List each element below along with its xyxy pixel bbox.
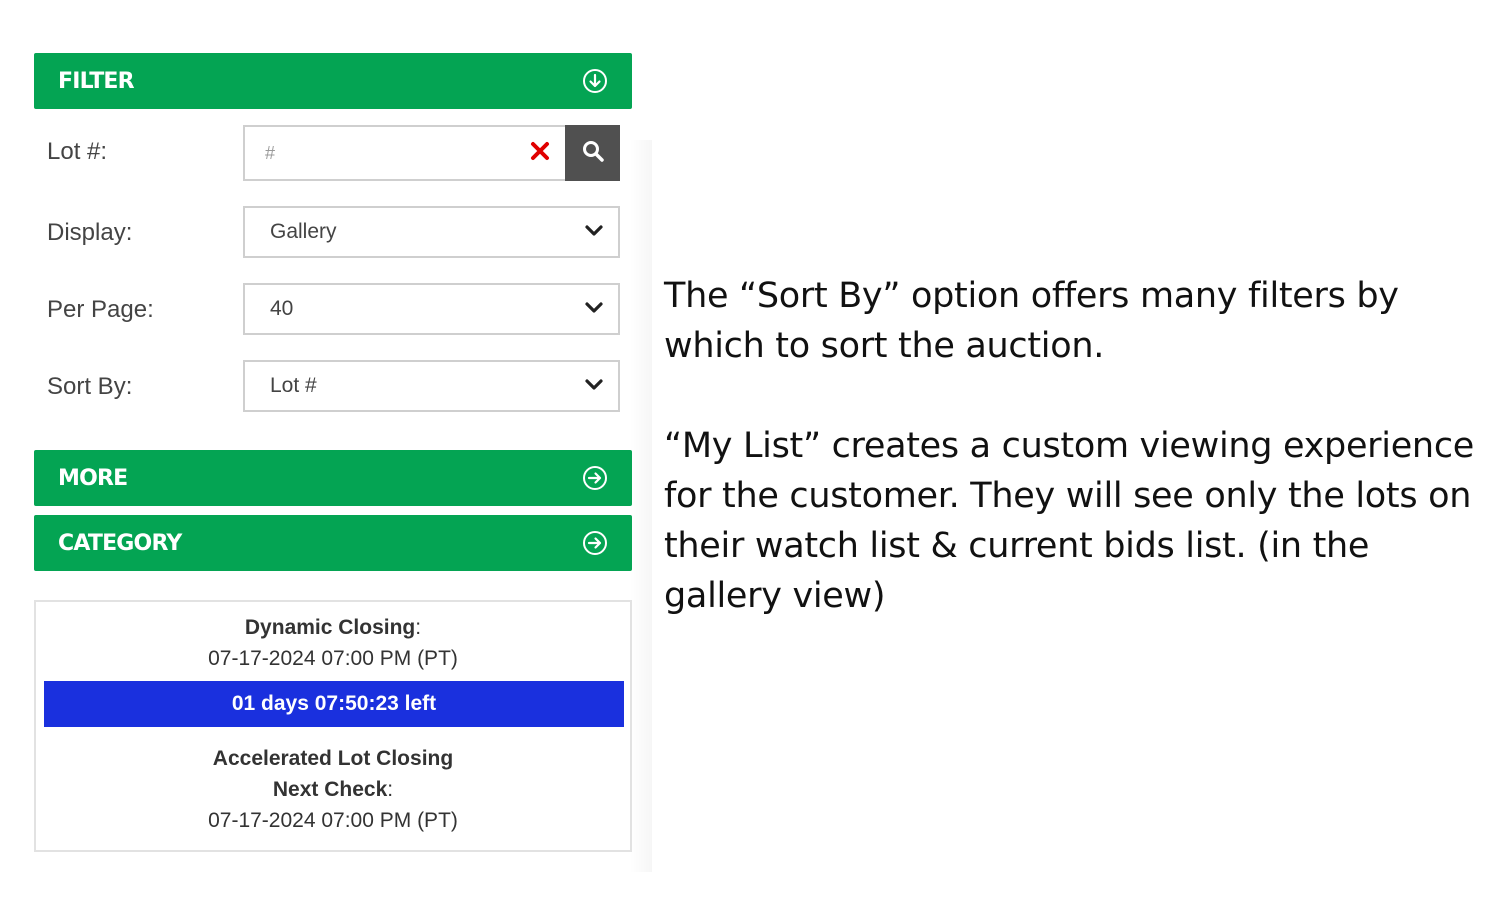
sort-by-select[interactable]: Lot # [243, 360, 620, 412]
display-label: Display: [47, 219, 133, 246]
clear-button[interactable] [528, 141, 552, 165]
dynamic-closing-heading: Dynamic Closing: [36, 616, 630, 640]
next-check-date: 07-17-2024 07:00 PM (PT) [208, 809, 458, 832]
description-paragraph-2: “My List” creates a custom viewing exper… [664, 426, 1474, 616]
sort-by-value: Lot # [270, 374, 317, 397]
dynamic-closing-date: 07-17-2024 07:00 PM (PT) [208, 647, 458, 670]
chevron-down-icon [584, 297, 604, 321]
next-check-label: Next Check [272, 778, 388, 801]
closing-info-box: Dynamic Closing: 07-17-2024 07:00 PM (PT… [34, 600, 632, 852]
x-icon [530, 141, 550, 166]
display-value: Gallery [270, 220, 337, 243]
category-title: CATEGORY [58, 530, 182, 556]
filter-header[interactable]: FILTER [34, 53, 632, 109]
dynamic-closing-label: Dynamic Closing [244, 616, 416, 639]
chevron-down-icon [584, 374, 604, 398]
per-page-select[interactable]: 40 [243, 283, 620, 335]
sort-by-label: Sort By: [47, 373, 133, 400]
colon: : [415, 616, 422, 639]
chevron-down-icon [584, 220, 604, 244]
lot-number-label: Lot #: [47, 138, 108, 165]
next-check-heading: Next Check: [36, 778, 630, 802]
colon: : [387, 778, 394, 801]
search-icon [581, 139, 605, 168]
category-header[interactable]: CATEGORY [34, 515, 632, 571]
panel-shadow [630, 140, 652, 872]
more-title: MORE [58, 465, 128, 491]
display-select[interactable]: Gallery [243, 206, 620, 258]
circle-arrow-right-icon [582, 530, 608, 556]
filter-title: FILTER [58, 68, 135, 94]
lot-number-input[interactable] [243, 125, 565, 181]
per-page-value: 40 [270, 297, 294, 320]
more-header[interactable]: MORE [34, 450, 632, 506]
per-page-label: Per Page: [47, 296, 154, 323]
search-button[interactable] [565, 125, 620, 181]
accelerated-closing-label: Accelerated Lot Closing [212, 747, 454, 770]
circle-arrow-down-icon [582, 68, 608, 94]
time-left-banner: 01 days 07:50:23 left [44, 681, 624, 727]
description-paragraph-1: The “Sort By” option offers many filters… [664, 276, 1399, 366]
circle-arrow-right-icon [582, 465, 608, 491]
